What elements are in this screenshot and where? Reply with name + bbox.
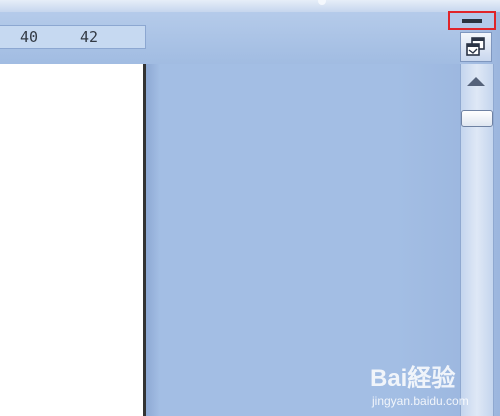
watermark-url: jingyan.baidu.com: [371, 394, 469, 408]
ruler-mark-42: 42: [80, 28, 99, 46]
watermark: Bai経验 jingyan.baidu.com: [370, 364, 469, 408]
document-page[interactable]: [0, 64, 143, 416]
restore-window-icon: [466, 37, 485, 56]
minimize-button[interactable]: [448, 11, 496, 30]
minimize-icon: [462, 19, 482, 23]
top-strip-notch: [318, 0, 326, 5]
scroll-up-arrow-icon[interactable]: [467, 77, 485, 86]
restore-window-button[interactable]: [460, 32, 492, 62]
watermark-brand: Bai経验: [370, 364, 455, 392]
scroll-thumb[interactable]: [461, 110, 493, 127]
horizontal-ruler[interactable]: 40 42: [0, 25, 146, 49]
ruler-mark-40: 40: [20, 28, 39, 46]
